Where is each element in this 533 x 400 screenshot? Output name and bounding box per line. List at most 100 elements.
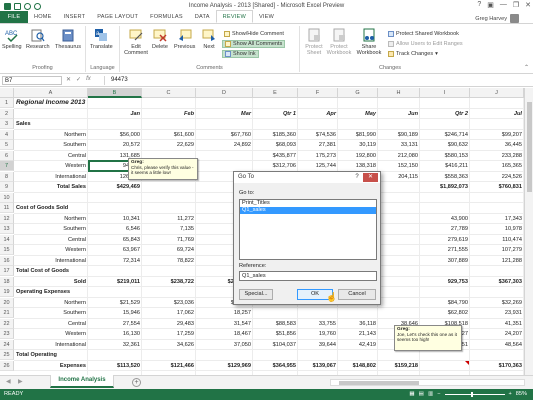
cell-d4[interactable]: $67,760 [196, 130, 253, 140]
cell-e7[interactable]: $312,706 [253, 161, 298, 171]
row-header[interactable]: 25 [0, 350, 14, 360]
cell-e1[interactable] [253, 98, 298, 108]
cell-i18[interactable]: 929,753 [420, 277, 470, 287]
thesaurus-button[interactable]: Thesaurus [55, 28, 81, 50]
tab-review[interactable]: REVIEW [215, 10, 253, 23]
cell-d2[interactable]: Mar [196, 109, 253, 119]
cell-h18[interactable] [378, 277, 420, 287]
cell-f2[interactable]: Apr [298, 109, 338, 119]
cell-h25[interactable] [378, 350, 420, 360]
cell-a2[interactable] [14, 109, 88, 119]
cell-a8[interactable]: International [14, 172, 88, 182]
cell-d25[interactable] [196, 350, 253, 360]
minimize-button[interactable]: — [500, 1, 507, 9]
cell-a16[interactable]: International [14, 256, 88, 266]
cell-c5[interactable]: 22,629 [142, 140, 196, 150]
cell-h5[interactable]: 33,131 [378, 140, 420, 150]
cell-j26[interactable]: $170,363 [470, 361, 524, 371]
normal-view-icon[interactable]: ▦ [409, 389, 414, 400]
insert-function-icon[interactable]: fx [86, 76, 91, 83]
cell-c12[interactable]: 11,272 [142, 214, 196, 224]
cell-d22[interactable]: 31,547 [196, 319, 253, 329]
close-button[interactable]: ✕ [525, 1, 531, 9]
cell-a21[interactable]: Southern [14, 308, 88, 318]
column-header-i[interactable]: I [420, 88, 470, 98]
cell-b3[interactable] [88, 119, 142, 129]
cell-a24[interactable]: International [14, 340, 88, 350]
row-header[interactable]: 4 [0, 129, 14, 140]
cell-a9[interactable]: Total Sales [14, 182, 88, 192]
cell-i19[interactable] [420, 287, 470, 297]
cell-b5[interactable]: 20,572 [88, 140, 142, 150]
row-header[interactable]: 14 [0, 234, 14, 245]
cell-d23[interactable]: 18,467 [196, 329, 253, 339]
cell-j11[interactable] [470, 203, 524, 213]
collapse-ribbon-icon[interactable]: ⌃ [524, 64, 529, 71]
cell-c24[interactable]: 34,626 [142, 340, 196, 350]
row-header[interactable]: 17 [0, 266, 14, 276]
cell-i12[interactable]: 43,900 [420, 214, 470, 224]
column-header-d[interactable]: D [196, 88, 253, 98]
cell-h17[interactable] [378, 266, 420, 276]
cell-e2[interactable]: Qtr 1 [253, 109, 298, 119]
cell-i1[interactable] [420, 98, 470, 108]
page-layout-view-icon[interactable]: ▤ [419, 389, 424, 400]
cell-i7[interactable]: $416,211 [420, 161, 470, 171]
tab-file[interactable]: FILE [0, 11, 28, 23]
column-header-e[interactable]: E [253, 88, 298, 98]
cell-b18[interactable]: $219,011 [88, 277, 142, 287]
cell-i6[interactable]: $580,153 [420, 151, 470, 161]
cell-j22[interactable]: 41,351 [470, 319, 524, 329]
protect-shared-workbook-button[interactable]: Protect Shared Workbook [386, 30, 461, 38]
tab-page-layout[interactable]: PAGE LAYOUT [91, 11, 144, 23]
vertical-scrollbar[interactable] [524, 88, 533, 375]
row-header[interactable]: 22 [0, 318, 14, 329]
goto-listbox[interactable]: Print_Titles Q1_sales [239, 199, 377, 260]
row-header[interactable]: 15 [0, 245, 14, 255]
cell-j20[interactable]: $32,269 [470, 298, 524, 308]
research-button[interactable]: Research [26, 28, 50, 50]
row-header[interactable]: 7 [0, 161, 14, 171]
cell-i8[interactable]: $558,363 [420, 172, 470, 182]
cell-i21[interactable]: $62,802 [420, 308, 470, 318]
cell-e25[interactable] [253, 350, 298, 360]
cell-b21[interactable]: 15,946 [88, 308, 142, 318]
row-header[interactable]: 3 [0, 119, 14, 129]
cell-h15[interactable] [378, 245, 420, 255]
cell-j4[interactable]: $99,207 [470, 130, 524, 140]
cell-b15[interactable]: 63,967 [88, 245, 142, 255]
zoom-in-button[interactable]: + [509, 389, 512, 400]
cell-i26[interactable] [420, 361, 470, 371]
horizontal-scrollbar[interactable] [330, 379, 525, 386]
cell-i13[interactable]: 27,789 [420, 224, 470, 234]
row-header[interactable]: 21 [0, 308, 14, 318]
dialog-help-button[interactable]: ? [353, 173, 361, 182]
previous-comment-button[interactable]: Previous [174, 28, 195, 50]
row-header[interactable]: 5 [0, 140, 14, 150]
comment-box-b7[interactable]: Greg: Chris, please verify this value - … [128, 158, 198, 180]
cell-a20[interactable]: Northern [14, 298, 88, 308]
cell-h10[interactable] [378, 193, 420, 203]
cell-d24[interactable]: 37,050 [196, 340, 253, 350]
cell-b11[interactable] [88, 203, 142, 213]
restore-button[interactable]: ❐ [513, 1, 519, 9]
show-all-comments-button[interactable]: Show All Comments [222, 40, 286, 48]
cell-b20[interactable]: $21,529 [88, 298, 142, 308]
column-header-b[interactable]: B [88, 88, 142, 98]
row-header[interactable]: 1 [0, 98, 14, 108]
cell-j9[interactable]: $760,831 [470, 182, 524, 192]
cell-i9[interactable]: $1,892,073 [420, 182, 470, 192]
row-header[interactable]: 10 [0, 192, 14, 203]
cell-g23[interactable]: 21,143 [338, 329, 378, 339]
user-account[interactable]: Greg Harvey [475, 14, 519, 23]
cell-f3[interactable] [298, 119, 338, 129]
cell-j16[interactable]: 121,288 [470, 256, 524, 266]
row-header[interactable]: 20 [0, 297, 14, 308]
cell-c14[interactable]: 71,769 [142, 235, 196, 245]
cell-c11[interactable] [142, 203, 196, 213]
list-item[interactable]: Print_Titles [240, 200, 376, 207]
cell-b1[interactable] [88, 98, 142, 108]
cell-a22[interactable]: Central [14, 319, 88, 329]
row-header[interactable]: 12 [0, 213, 14, 224]
cell-i17[interactable] [420, 266, 470, 276]
